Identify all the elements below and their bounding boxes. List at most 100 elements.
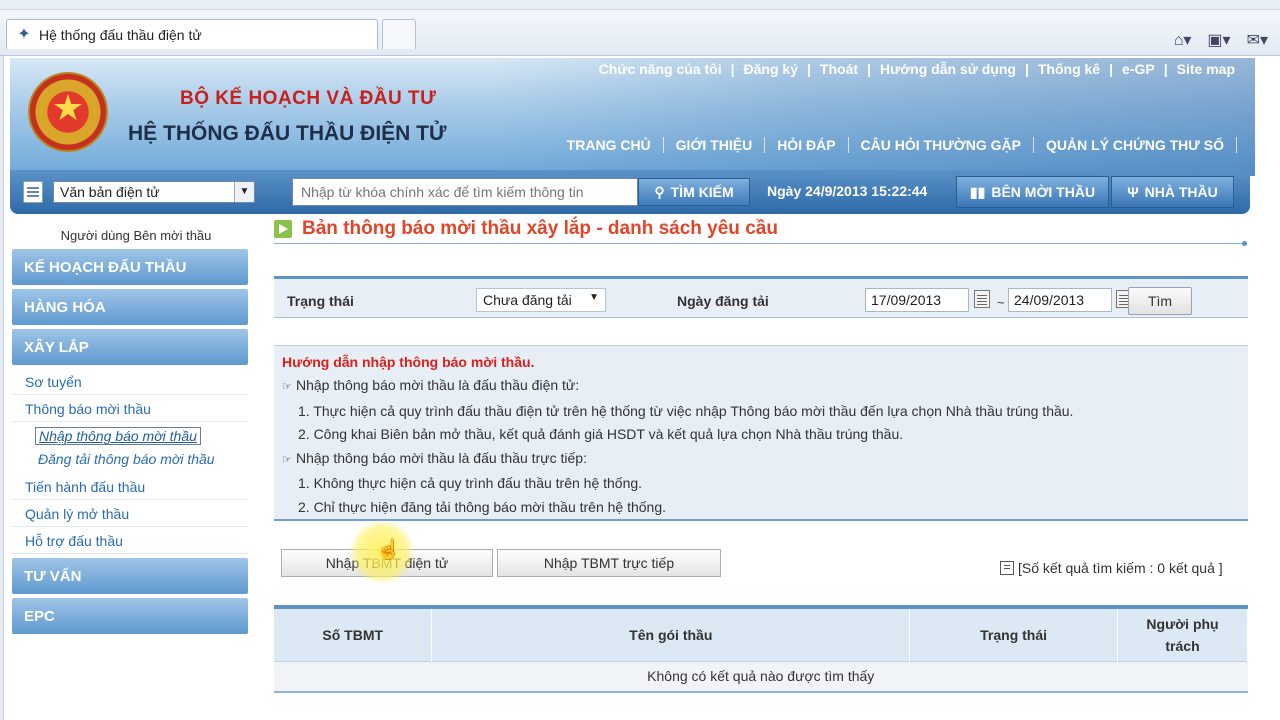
- bid-inviter-button[interactable]: ▮▮ BÊN MỜI THẦU: [956, 176, 1109, 208]
- new-tab-button[interactable]: [382, 19, 416, 49]
- status-select[interactable]: Chưa đăng tải ▼: [476, 288, 606, 312]
- date-to-input[interactable]: 24/09/2013: [1008, 288, 1112, 312]
- link-separator: |: [867, 61, 871, 77]
- link-egp[interactable]: e-GP: [1122, 61, 1155, 77]
- bid-inviter-label: BÊN MỜI THẦU: [991, 184, 1096, 200]
- search-icon: ⚲: [654, 183, 665, 200]
- page-frame-border: [0, 56, 4, 720]
- chevron-down-icon: ▼: [234, 182, 254, 202]
- link-separator: |: [1163, 61, 1168, 77]
- document-type-value: Văn bản điện tử: [60, 184, 160, 200]
- link-user-guide[interactable]: Hướng dẫn sử dụng: [880, 61, 1016, 77]
- star-icon: ★: [51, 87, 85, 128]
- national-emblem-logo: ★: [28, 72, 108, 152]
- nav-home[interactable]: TRANG CHỦ: [555, 137, 664, 153]
- pointing-hand-icon: ☞: [282, 381, 292, 393]
- publish-date-label: Ngày đăng tải: [677, 293, 769, 309]
- browser-tab[interactable]: ✦ Hệ thống đấu thầu điện tử: [6, 19, 378, 49]
- home-icon[interactable]: ⌂▾: [1174, 30, 1192, 50]
- search-input[interactable]: [292, 178, 638, 206]
- search-button-label: TÌM KIẾM: [670, 184, 734, 200]
- sidebar-item-publish-notice[interactable]: Đăng tải thông báo mời thầu: [38, 451, 215, 467]
- title-divider: [274, 241, 1247, 246]
- browser-toolbar: ⌂▾ ▣▾ ✉▾: [1174, 30, 1268, 50]
- browser-favorites-bar: [0, 0, 1280, 10]
- col-status[interactable]: Trạng thái: [909, 607, 1119, 661]
- sidebar-item-enter-notice[interactable]: Nhập thông báo mời thầu: [35, 427, 201, 445]
- sidebar-cat-construction[interactable]: XÂY LẮP: [12, 329, 248, 365]
- sidebar-cat-goods[interactable]: HÀNG HÓA: [12, 289, 248, 325]
- user-role-label: Người dùng Bên mời thầu: [60, 228, 212, 243]
- link-statistics[interactable]: Thống kê: [1038, 61, 1100, 77]
- sidebar-item-prequalification[interactable]: Sơ tuyển: [12, 369, 248, 395]
- results-table: Số TBMT Tên gói thầu Trạng thái Người ph…: [274, 605, 1248, 693]
- link-separator: |: [807, 61, 811, 77]
- guide-item: 2. Công khai Biên bản mở thầu, kết quả đ…: [298, 426, 904, 442]
- site-favicon-icon: ✦: [17, 25, 31, 43]
- sidebar-cat-epc[interactable]: EPC: [12, 598, 248, 634]
- sprout-icon: Ψ: [1127, 184, 1139, 200]
- contractor-label: NHÀ THẦU: [1144, 184, 1218, 200]
- book-icon: ▮▮: [969, 183, 986, 200]
- sidebar-item-conduct-bidding[interactable]: Tiến hành đấu thầu: [12, 474, 248, 500]
- current-datetime: Ngày 24/9/2013 15:22:44: [767, 183, 928, 199]
- search-bar: Văn bản điện tử ▼ ⚲ TÌM KIẾM Ngày 24/9/2…: [10, 170, 1250, 214]
- find-button[interactable]: Tìm: [1128, 287, 1192, 315]
- top-links: Chức năng của tôi | Đăng ký | Thoát | Hướng…: [599, 61, 1235, 77]
- result-count-text: [Số kết quả tìm kiếm : 0 kết quả ]: [1018, 560, 1223, 576]
- nav-qa[interactable]: HỎI ĐÁP: [765, 137, 849, 153]
- document-type-select[interactable]: Văn bản điện tử ▼: [53, 181, 255, 203]
- enter-direct-notice-button[interactable]: Nhập TBMT trực tiếp: [497, 549, 721, 577]
- calendar-icon[interactable]: [974, 290, 990, 308]
- status-value: Chưa đăng tải: [483, 292, 572, 308]
- sidebar-item-bid-notice[interactable]: Thông báo mời thầu: [12, 396, 248, 422]
- nav-cert-management[interactable]: QUẢN LÝ CHỨNG THƯ SỐ: [1034, 137, 1237, 153]
- result-count: [Số kết quả tìm kiếm : 0 kết quả ]: [1000, 560, 1223, 576]
- sidebar-item-bidding-support[interactable]: Hỗ trợ đấu thầu: [12, 528, 248, 554]
- document-icon: [23, 181, 43, 203]
- pointing-hand-icon: ☞: [282, 453, 292, 466]
- nav-about[interactable]: GIỚI THIỆU: [664, 137, 766, 153]
- browser-tab-title: Hệ thống đấu thầu điện tử: [39, 26, 202, 43]
- sidebar-cat-consulting[interactable]: TƯ VẤN: [12, 558, 248, 594]
- guide-title: Hướng dẫn nhập thông báo mời thầu.: [282, 354, 535, 370]
- site-header: ★ BỘ KẾ HOẠCH VÀ ĐẦU TƯ HỆ THỐNG ĐẤU THẦ…: [10, 58, 1255, 176]
- filter-panel: Trạng thái Chưa đăng tải ▼ Ngày đăng tải…: [274, 276, 1248, 318]
- mail-icon[interactable]: ✉▾: [1247, 30, 1268, 50]
- guide-item: 1. Thực hiện cả quy trình đấu thầu điện …: [298, 402, 1074, 419]
- link-logout[interactable]: Thoát: [820, 61, 858, 77]
- link-site-map[interactable]: Site map: [1177, 61, 1235, 77]
- guide-item: 1. Không thực hiện cả quy trình đấu thầu…: [298, 475, 643, 491]
- guide-heading-electronic: ☞ Nhập thông báo mời thầu là đấu thầu điệ…: [282, 374, 1240, 400]
- date-from-input[interactable]: 17/09/2013: [865, 288, 969, 312]
- nav-faq[interactable]: CÂU HỎI THƯỜNG GẶP: [849, 137, 1034, 153]
- date-range-separator: ~: [997, 295, 1005, 310]
- page-title: Bản thông báo mời thầu xây lắp - danh sá…: [274, 218, 778, 240]
- link-my-functions[interactable]: Chức năng của tôi: [599, 61, 722, 77]
- system-name: HỆ THỐNG ĐẤU THẦU ĐIỆN TỬ: [128, 122, 447, 145]
- link-separator: |: [1024, 61, 1029, 77]
- guide-item: 2. Chỉ thực hiện đăng tải thông báo mời …: [298, 498, 667, 515]
- rss-feed-icon[interactable]: ▣▾: [1207, 30, 1230, 50]
- guide-heading-direct-text: Nhập thông báo mời thầu là đấu thầu trực…: [296, 449, 587, 466]
- page-title-text: Bản thông báo mời thầu xây lắp - danh sá…: [302, 218, 778, 239]
- col-package-name[interactable]: Tên gói thầu: [431, 607, 911, 661]
- sidebar-item-bid-opening[interactable]: Quản lý mở thầu: [12, 501, 248, 527]
- ministry-name: BỘ KẾ HOẠCH VÀ ĐẦU TƯ: [180, 88, 437, 109]
- contractor-button[interactable]: Ψ NHÀ THẦU: [1111, 176, 1234, 208]
- guide-heading-electronic-text: Nhập thông báo mời thầu là đấu thầu điện…: [296, 377, 580, 393]
- sidebar-cat-procurement-plan[interactable]: KẾ HOẠCH ĐẤU THẦU: [12, 249, 248, 285]
- link-register[interactable]: Đăng ký: [744, 61, 798, 77]
- empty-result-message: Không có kết quả nào được tìm thấy: [274, 660, 1248, 693]
- hand-cursor-icon: ☝: [376, 539, 401, 561]
- col-person-in-charge[interactable]: Người phụ trách: [1117, 607, 1248, 661]
- table-row: Không có kết quả nào được tìm thấy: [274, 660, 1248, 693]
- col-person-in-charge-line1: Người phụ: [1146, 615, 1219, 632]
- guide-panel: Hướng dẫn nhập thông báo mời thầu. ☞ Nhập…: [274, 345, 1248, 521]
- search-button[interactable]: ⚲ TÌM KIẾM: [638, 178, 750, 206]
- col-notice-number[interactable]: Số TBMT: [274, 607, 433, 661]
- guide-heading-direct: ☞ Nhập thông báo mời thầu là đấu thầu trự…: [282, 447, 1240, 473]
- table-header-row: Số TBMT Tên gói thầu Trạng thái Người ph…: [274, 607, 1248, 661]
- main-nav: TRANG CHỦ GIỚI THIỆU HỎI ĐÁP CÂU HỎI THƯ…: [555, 137, 1237, 153]
- arrow-right-icon: [274, 220, 292, 238]
